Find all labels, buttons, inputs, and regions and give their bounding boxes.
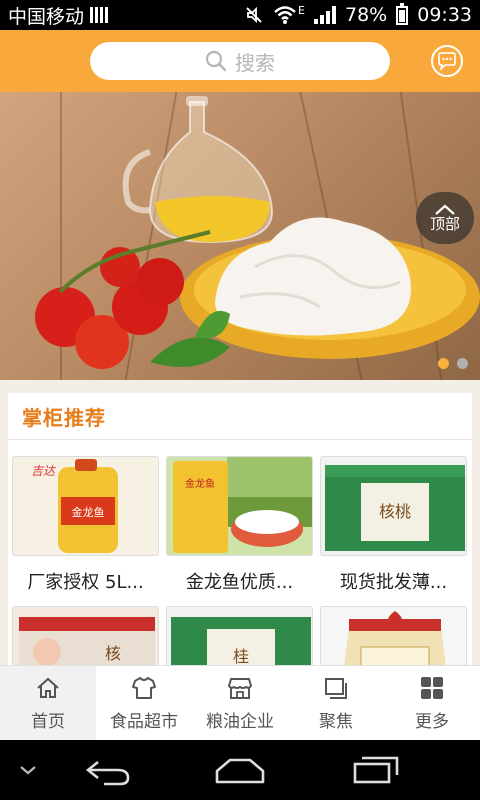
wifi-icon xyxy=(274,6,296,24)
recent-apps-icon[interactable] xyxy=(352,755,400,785)
promo-banner[interactable]: 顶部 xyxy=(0,92,480,380)
svg-text:金龙鱼: 金龙鱼 xyxy=(185,477,215,490)
message-button[interactable] xyxy=(431,45,463,77)
grid-icon xyxy=(421,676,443,699)
mute-icon xyxy=(246,6,262,24)
svg-text:核桃: 核桃 xyxy=(379,503,411,521)
svg-text:核: 核 xyxy=(105,645,121,663)
back-to-top-label: 顶部 xyxy=(429,215,460,233)
nav-item-food-market[interactable]: 食品超市 xyxy=(96,666,192,740)
network-type: E xyxy=(298,3,305,17)
clock: 09:33 xyxy=(417,4,472,26)
carousel-dot-1[interactable] xyxy=(438,358,449,369)
product-card[interactable]: 核 xyxy=(12,606,159,665)
carousel-indicator xyxy=(438,358,468,369)
product-image xyxy=(320,606,467,665)
chat-bubble-icon xyxy=(438,52,456,70)
search-box[interactable]: 搜索 xyxy=(90,42,390,80)
nav-item-focus[interactable]: 聚焦 xyxy=(288,666,384,740)
product-image: 金龙鱼 吉达 xyxy=(12,456,159,556)
back-to-top-button[interactable]: 顶部 xyxy=(416,192,474,244)
nav-label: 粮油企业 xyxy=(206,711,274,732)
recommended-section: 掌柜推荐 金龙鱼 吉达 厂家授权 5L... 金龙鱼 金龙鱼优质... 核桃 现… xyxy=(8,393,472,665)
cell-signal-icon xyxy=(314,6,336,24)
section-title: 掌柜推荐 xyxy=(8,393,472,440)
layers-icon xyxy=(325,677,347,699)
product-image: 核桃 xyxy=(320,456,467,556)
product-card[interactable]: 桂 xyxy=(166,606,313,665)
svg-text:桂: 桂 xyxy=(233,648,249,665)
shirt-icon xyxy=(132,676,156,699)
product-image: 金龙鱼 xyxy=(166,456,313,556)
app-header: 搜索 xyxy=(0,30,480,92)
search-placeholder: 搜索 xyxy=(235,50,275,75)
nav-label: 更多 xyxy=(415,711,449,732)
nav-label: 首页 xyxy=(31,711,65,732)
product-image: 桂 xyxy=(166,606,313,665)
battery-percent: 78% xyxy=(345,4,388,26)
status-bar: 中国移动 E 78% 09:33 xyxy=(0,0,480,30)
home-icon xyxy=(37,677,59,698)
sim-signal-icon xyxy=(90,7,109,23)
carrier-name: 中国移动 xyxy=(8,5,85,28)
product-image: 核 xyxy=(12,606,159,665)
carousel-dot-2[interactable] xyxy=(457,358,468,369)
bottom-navigation: 首页 食品超市 粮油企业 聚焦 更多 xyxy=(0,665,480,740)
product-name: 金龙鱼优质... xyxy=(185,572,294,593)
product-card[interactable]: 金龙鱼 金龙鱼优质... xyxy=(166,456,313,594)
carrier-info: 中国移动 xyxy=(8,2,109,29)
nav-item-grain-oil-companies[interactable]: 粮油企业 xyxy=(192,666,288,740)
nav-label: 食品超市 xyxy=(110,711,178,732)
svg-text:金龙鱼: 金龙鱼 xyxy=(72,505,105,519)
product-name: 现货批发薄... xyxy=(339,572,448,593)
product-card[interactable] xyxy=(320,606,467,665)
search-icon xyxy=(205,50,227,72)
battery-icon xyxy=(396,2,409,25)
nav-item-home[interactable]: 首页 xyxy=(0,666,96,740)
store-icon xyxy=(228,677,252,699)
nav-item-more[interactable]: 更多 xyxy=(384,666,480,740)
svg-text:吉达: 吉达 xyxy=(31,464,57,478)
product-card[interactable]: 核桃 现货批发薄... xyxy=(320,456,467,594)
nav-label: 聚焦 xyxy=(319,711,353,732)
product-card[interactable]: 金龙鱼 吉达 厂家授权 5L... xyxy=(12,456,159,594)
back-icon[interactable] xyxy=(84,756,132,786)
system-navigation-bar xyxy=(0,740,480,800)
banner-food-illustration xyxy=(35,96,480,369)
home-outline-icon[interactable] xyxy=(214,757,266,785)
product-name: 厂家授权 5L... xyxy=(27,572,144,593)
chevron-down-icon[interactable] xyxy=(18,763,38,777)
